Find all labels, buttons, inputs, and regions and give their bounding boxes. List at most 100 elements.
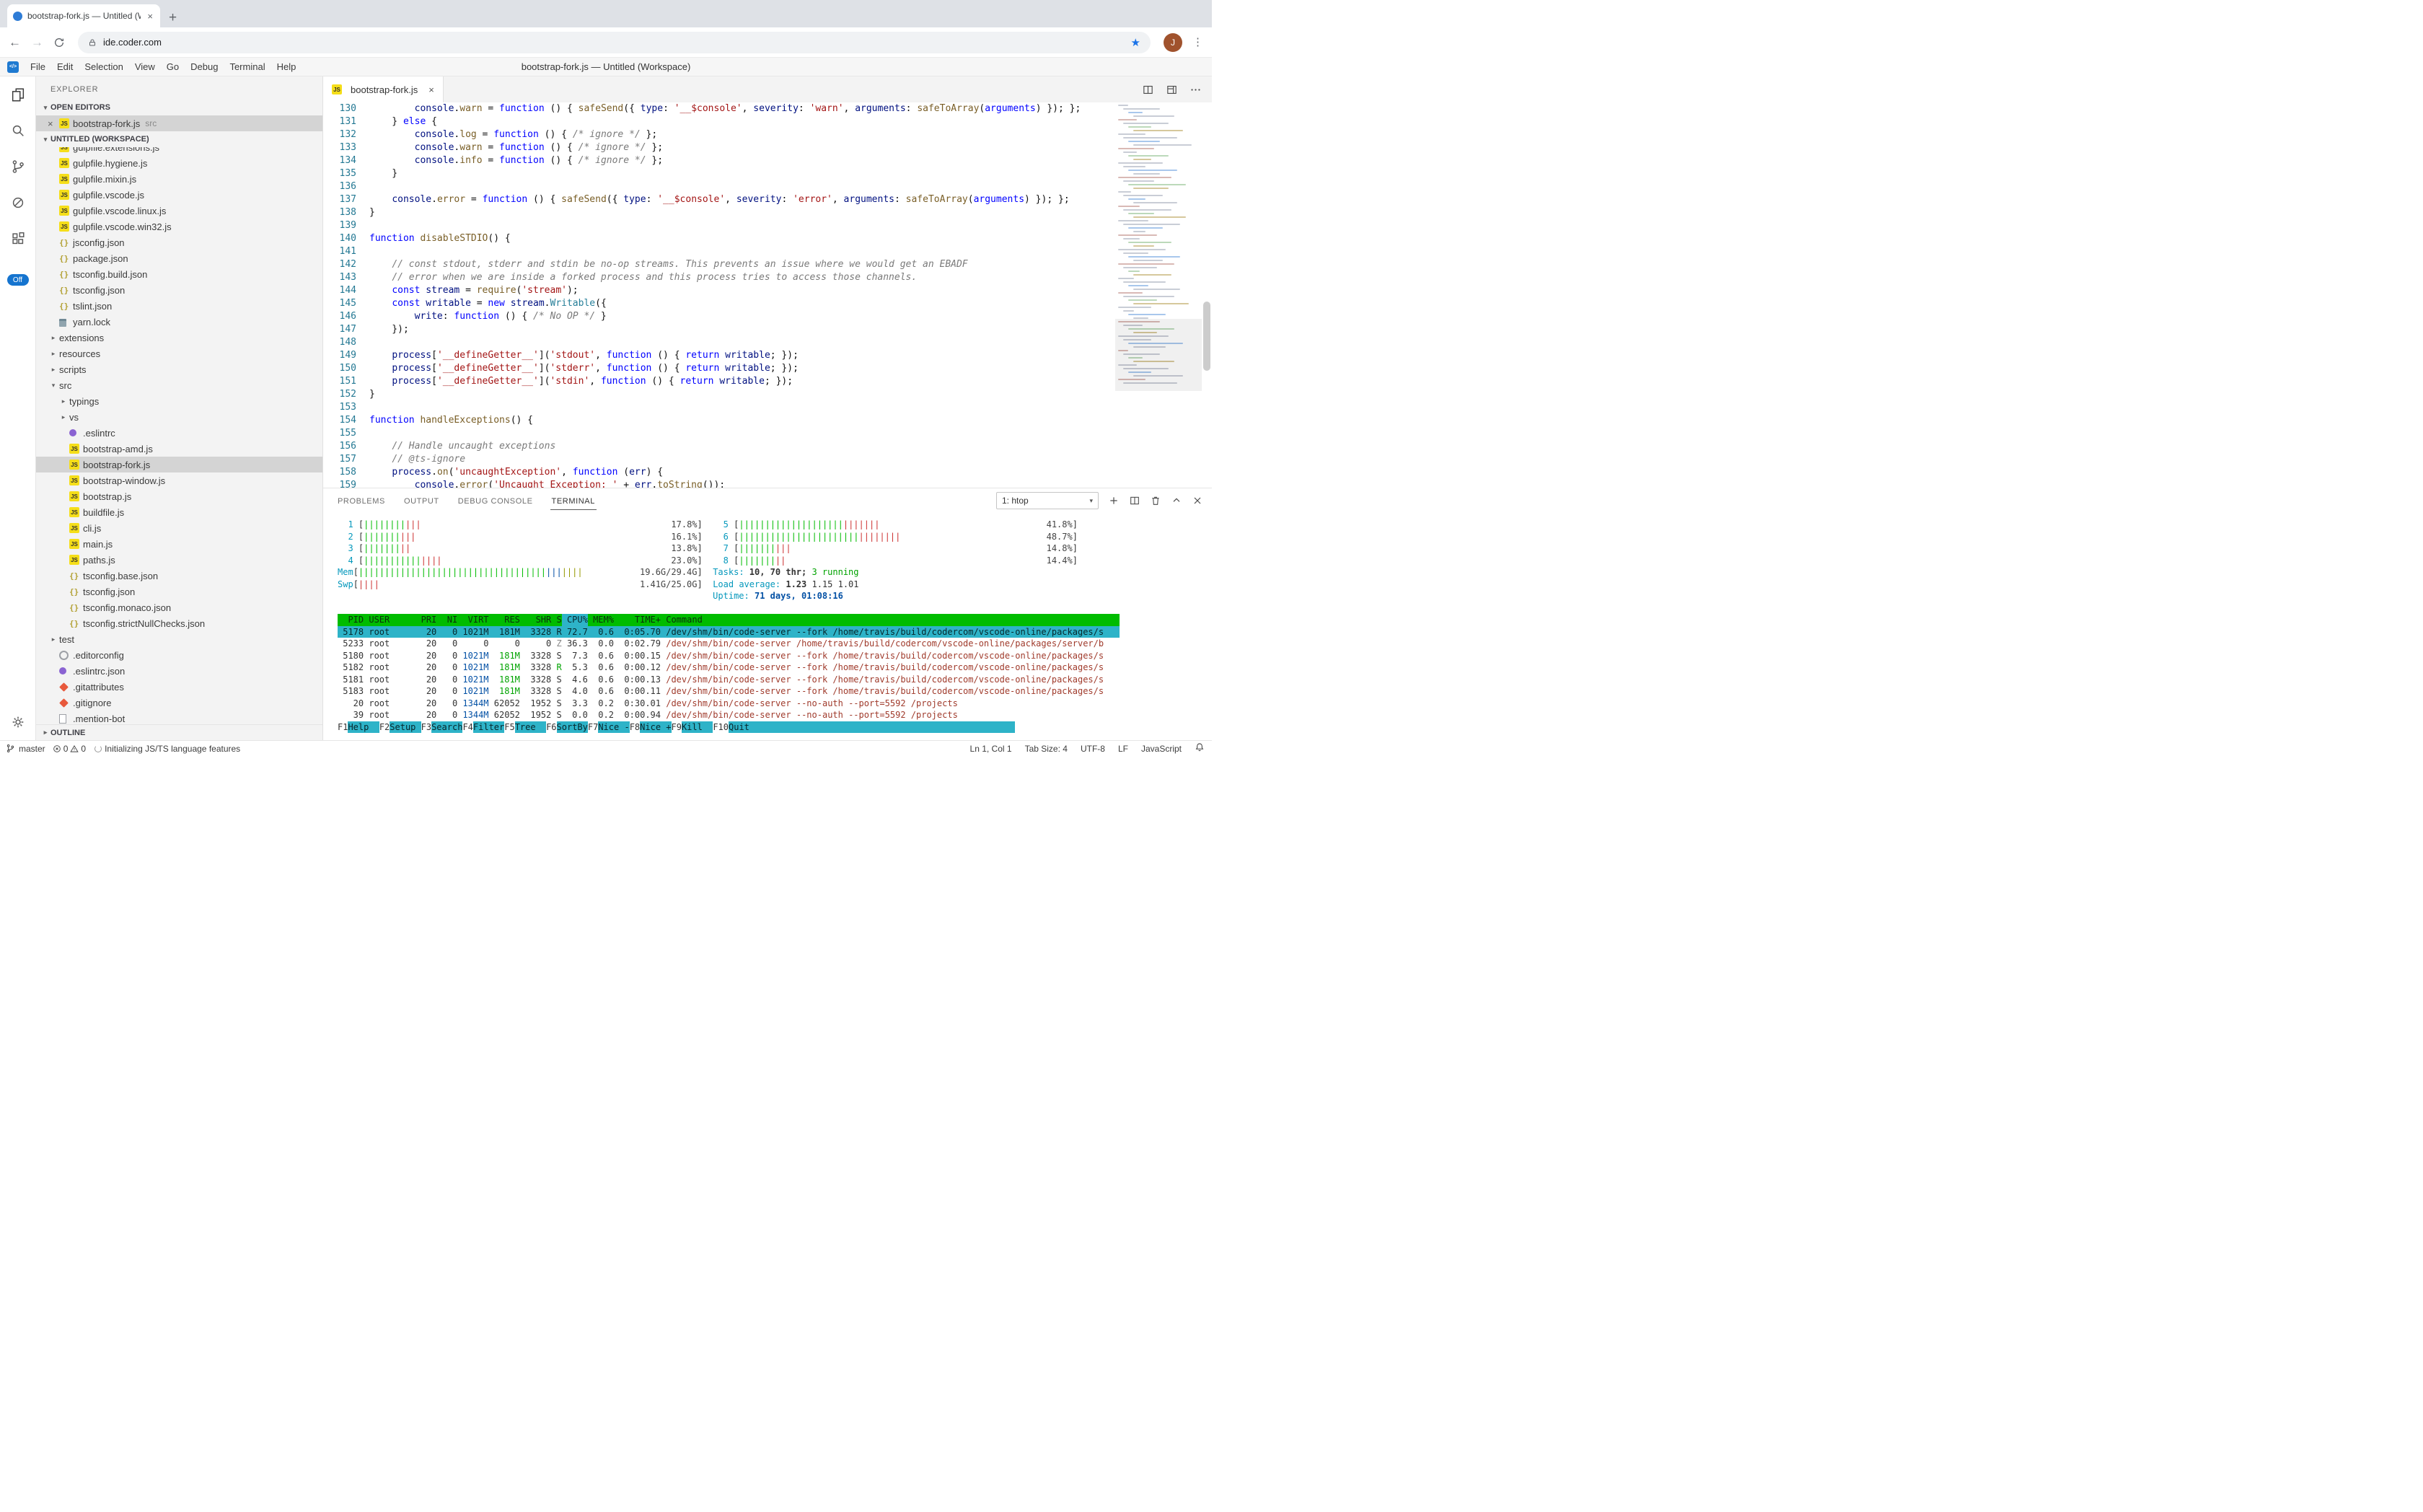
tree-item[interactable]: yarn.lock — [36, 314, 322, 330]
menu-item-view[interactable]: View — [129, 61, 161, 72]
tree-folder[interactable]: ▾src — [36, 377, 322, 393]
minimap-slider[interactable] — [1115, 319, 1202, 391]
status-item[interactable]: LF — [1118, 744, 1128, 754]
tab-close-icon[interactable]: × — [146, 10, 154, 22]
code-lines[interactable]: console.warn = function () { safeSend({ … — [369, 102, 1115, 488]
tree-item[interactable]: {}package.json — [36, 250, 322, 266]
gutter[interactable]: 1301311321331341351361371381391401411421… — [323, 102, 369, 488]
tree-folder[interactable]: ▸resources — [36, 346, 322, 361]
explorer-icon[interactable] — [10, 87, 26, 102]
tree-item[interactable]: JSgulpfile.extensions.js — [36, 147, 322, 155]
terminal[interactable]: 1 [|||||||||||17.8%] 5 [||||||||||||||||… — [323, 513, 1212, 740]
scrollbar-thumb[interactable] — [1203, 302, 1210, 371]
tree-item[interactable]: {}jsconfig.json — [36, 234, 322, 250]
minimap[interactable] — [1115, 102, 1202, 488]
debug-icon[interactable] — [10, 195, 26, 211]
status-item[interactable]: JavaScript — [1141, 744, 1182, 754]
tree-item[interactable]: JSgulpfile.hygiene.js — [36, 155, 322, 171]
search-icon[interactable] — [10, 123, 26, 139]
tree-item[interactable]: JSbootstrap-amd.js — [36, 441, 322, 457]
source-control-icon[interactable] — [10, 159, 26, 175]
workspace-header[interactable]: ▾UNTITLED (WORKSPACE) — [36, 131, 322, 147]
open-editor-item[interactable]: × JS bootstrap-fork.js src — [36, 115, 322, 131]
menu-item-go[interactable]: Go — [161, 61, 185, 72]
tree-folder[interactable]: ▸typings — [36, 393, 322, 409]
tree-item[interactable]: {}tsconfig.monaco.json — [36, 599, 322, 615]
tree-item[interactable]: {}tsconfig.base.json — [36, 568, 322, 584]
tree-item[interactable]: .mention-bot — [36, 711, 322, 724]
new-terminal-icon[interactable] — [1108, 495, 1120, 506]
js-file-icon: JS — [59, 158, 69, 168]
tree-item[interactable]: JSgulpfile.vscode.win32.js — [36, 219, 322, 234]
tree-item[interactable]: JScli.js — [36, 520, 322, 536]
tree-folder[interactable]: ▸scripts — [36, 361, 322, 377]
tree-item[interactable]: JSbootstrap-fork.js — [36, 457, 322, 472]
maximize-panel-icon[interactable] — [1171, 495, 1182, 506]
tree-item[interactable]: .eslintrc — [36, 425, 322, 441]
tree-item[interactable]: {}tslint.json — [36, 298, 322, 314]
screen: bootstrap-fork.js — Untitled (W × + ← → … — [0, 0, 1212, 756]
menu-item-help[interactable]: Help — [271, 61, 302, 72]
tree-folder[interactable]: ▸test — [36, 631, 322, 647]
menu-item-edit[interactable]: Edit — [51, 61, 79, 72]
split-terminal-icon[interactable] — [1129, 495, 1140, 506]
bell-icon[interactable] — [1195, 742, 1205, 755]
js-file-icon: JS — [59, 190, 69, 200]
settings-gear-icon[interactable] — [10, 714, 26, 730]
tree-folder[interactable]: ▸vs — [36, 409, 322, 425]
extensions-icon[interactable] — [10, 231, 26, 247]
panel-tab-debug-console[interactable]: DEBUG CONSOLE — [457, 492, 535, 510]
status-item[interactable]: Ln 1, Col 1 — [970, 744, 1012, 754]
tree-item[interactable]: {}tsconfig.strictNullChecks.json — [36, 615, 322, 631]
close-panel-icon[interactable] — [1192, 495, 1203, 506]
tree-item[interactable]: JSbootstrap.js — [36, 488, 322, 504]
tree-item[interactable]: {}tsconfig.json — [36, 282, 322, 298]
browser-menu-icon[interactable]: ⋮ — [1192, 37, 1203, 48]
tree-item[interactable]: JSgulpfile.vscode.js — [36, 187, 322, 203]
menu-item-debug[interactable]: Debug — [185, 61, 224, 72]
menu-item-selection[interactable]: Selection — [79, 61, 128, 72]
split-editor-icon[interactable] — [1142, 84, 1154, 96]
layout-icon[interactable] — [1166, 84, 1178, 96]
avatar[interactable]: J — [1164, 33, 1182, 52]
tree-item[interactable]: JSmain.js — [36, 536, 322, 552]
browser-tab[interactable]: bootstrap-fork.js — Untitled (W × — [7, 4, 160, 27]
terminal-select[interactable]: 1: htop▾ — [996, 492, 1099, 509]
tree-item[interactable]: {}tsconfig.json — [36, 584, 322, 599]
tree-item[interactable]: .gitattributes — [36, 679, 322, 695]
forward-button[interactable]: → — [31, 36, 43, 48]
branch-indicator[interactable]: master — [6, 744, 45, 754]
close-icon[interactable]: × — [48, 118, 59, 129]
kill-terminal-icon[interactable] — [1150, 495, 1161, 506]
new-tab-button[interactable]: + — [169, 11, 177, 25]
tree-folder[interactable]: ▸extensions — [36, 330, 322, 346]
panel-tab-output[interactable]: OUTPUT — [403, 492, 441, 510]
menu-item-file[interactable]: File — [25, 61, 51, 72]
more-actions-icon[interactable] — [1189, 84, 1202, 96]
tree-item[interactable]: {}tsconfig.build.json — [36, 266, 322, 282]
editor-tab[interactable]: JS bootstrap-fork.js × — [323, 76, 444, 102]
tree-item[interactable]: JSgulpfile.vscode.linux.js — [36, 203, 322, 219]
tree-item[interactable]: JSbuildfile.js — [36, 504, 322, 520]
outline-header[interactable]: ▸OUTLINE — [36, 724, 322, 740]
panel-tab-problems[interactable]: PROBLEMS — [336, 492, 387, 510]
status-item[interactable]: UTF-8 — [1081, 744, 1105, 754]
tree-item[interactable]: .gitignore — [36, 695, 322, 711]
off-badge[interactable]: Off — [7, 274, 29, 286]
status-item[interactable]: Tab Size: 4 — [1025, 744, 1068, 754]
tree-item[interactable]: JSbootstrap-window.js — [36, 472, 322, 488]
tree-item[interactable]: JSgulpfile.mixin.js — [36, 171, 322, 187]
problems-indicator[interactable]: 0 0 — [53, 744, 86, 754]
tree-item[interactable]: JSpaths.js — [36, 552, 322, 568]
menu-item-terminal[interactable]: Terminal — [224, 61, 271, 72]
tree-item[interactable]: .eslintrc.json — [36, 663, 322, 679]
tab-close-icon[interactable]: × — [428, 84, 434, 95]
address-bar[interactable]: ide.coder.com ★ — [78, 32, 1151, 53]
reload-button[interactable] — [53, 37, 65, 48]
open-editors-header[interactable]: ▾OPEN EDITORS — [36, 100, 322, 115]
tree-item[interactable]: .editorconfig — [36, 647, 322, 663]
editor-scrollbar[interactable] — [1202, 102, 1212, 488]
panel-tab-terminal[interactable]: TERMINAL — [550, 492, 597, 510]
bookmark-star-icon[interactable]: ★ — [1131, 36, 1140, 49]
back-button[interactable]: ← — [9, 36, 21, 48]
